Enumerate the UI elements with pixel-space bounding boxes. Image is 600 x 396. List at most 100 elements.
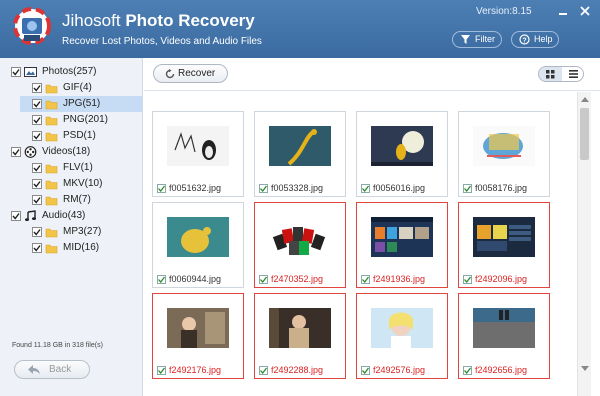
tree-checkbox[interactable] <box>32 195 42 205</box>
tree-item-label: Videos(18) <box>42 146 91 157</box>
file-checkbox[interactable] <box>259 366 268 375</box>
tree-checkbox[interactable] <box>32 243 42 253</box>
thumbnail-image <box>269 217 331 257</box>
file-checkbox[interactable] <box>361 275 370 284</box>
file-thumbnail[interactable]: f2492096.jpg <box>458 202 550 288</box>
file-name: f2492576.jpg <box>373 365 426 375</box>
tree-item[interactable]: Photos(257) <box>0 64 143 80</box>
file-thumbnail[interactable]: f2492576.jpg <box>356 293 448 379</box>
app-subtitle: Recover Lost Photos, Videos and Audio Fi… <box>62 36 262 47</box>
filter-button[interactable]: Filter <box>452 31 502 48</box>
file-name: f0056016.jpg <box>373 183 426 193</box>
tree-checkbox[interactable] <box>32 163 42 173</box>
file-thumbnail[interactable]: f0058176.jpg <box>458 111 550 197</box>
list-view-button[interactable] <box>562 67 583 81</box>
file-thumbnail[interactable]: f2492656.jpg <box>458 293 550 379</box>
tree-item-label: PSD(1) <box>63 130 96 141</box>
tree-checkbox[interactable] <box>32 83 42 93</box>
file-checkbox[interactable] <box>361 184 370 193</box>
file-checkbox[interactable] <box>361 366 370 375</box>
grid-view-icon <box>546 70 555 79</box>
tree-item-label: JPG(51) <box>63 98 101 109</box>
folder-icon <box>45 132 58 142</box>
file-thumbnail[interactable]: f2492288.jpg <box>254 293 346 379</box>
checkmark-icon <box>33 181 41 188</box>
tree-item[interactable]: PSD(1) <box>20 128 142 144</box>
thumbnail-image <box>167 308 229 348</box>
file-name: f0051632.jpg <box>169 183 222 193</box>
scroll-up-icon[interactable] <box>581 97 589 102</box>
tree-checkbox[interactable] <box>32 179 42 189</box>
file-checkbox[interactable] <box>157 275 166 284</box>
tree-checkbox[interactable] <box>11 147 21 157</box>
file-checkbox[interactable] <box>259 275 268 284</box>
tree-item[interactable]: Audio(43) <box>0 208 143 224</box>
tree-checkbox[interactable] <box>11 67 21 77</box>
file-thumbnail[interactable]: f0053328.jpg <box>254 111 346 197</box>
tree-checkbox[interactable] <box>11 211 21 221</box>
grid-view-button[interactable] <box>539 67 562 81</box>
file-checkbox[interactable] <box>463 275 472 284</box>
tree-item[interactable]: MKV(10) <box>20 176 142 192</box>
vertical-scrollbar[interactable] <box>577 92 591 396</box>
tree-checkbox[interactable] <box>32 115 42 125</box>
tree-item[interactable]: MP3(27) <box>20 224 142 240</box>
file-name: f0058176.jpg <box>475 183 528 193</box>
file-thumbnail[interactable]: f0051632.jpg <box>152 111 244 197</box>
tree-item[interactable]: JPG(51) <box>20 96 142 112</box>
file-checkbox[interactable] <box>157 184 166 193</box>
file-checkbox[interactable] <box>259 184 268 193</box>
thumbnail-image <box>269 126 331 166</box>
recover-button[interactable]: Recover <box>153 64 228 83</box>
tree-checkbox[interactable] <box>32 227 42 237</box>
file-checkbox[interactable] <box>463 366 472 375</box>
help-button[interactable]: ? Help <box>511 31 559 48</box>
checkmark-icon <box>260 185 268 193</box>
back-arrow-icon <box>28 365 40 374</box>
file-thumbnail[interactable]: f2491936.jpg <box>356 202 448 288</box>
file-checkbox[interactable] <box>157 366 166 375</box>
folder-icon <box>45 84 58 94</box>
category-sidebar: Photos(257) GIF(4) JPG(51) PNG(201) PSD(1) Vi… <box>0 58 143 396</box>
checkmark-icon <box>12 213 20 220</box>
checkmark-icon <box>158 367 166 375</box>
file-name: f2492656.jpg <box>475 365 528 375</box>
music-note-icon <box>25 210 36 221</box>
tree-item[interactable]: MID(16) <box>20 240 142 256</box>
tree-item[interactable]: RM(7) <box>20 192 142 208</box>
file-thumbnail[interactable]: f2492176.jpg <box>152 293 244 379</box>
list-view-icon <box>569 70 578 78</box>
folder-icon <box>45 100 58 110</box>
product-name: Photo Recovery <box>125 11 255 30</box>
tree-item-label: RM(7) <box>63 194 91 205</box>
file-checkbox[interactable] <box>463 184 472 193</box>
file-thumbnail[interactable]: f0060944.jpg <box>152 202 244 288</box>
back-button-label: Back <box>49 364 72 375</box>
tree-item[interactable]: GIF(4) <box>20 80 142 96</box>
file-thumbnail[interactable]: f2470352.jpg <box>254 202 346 288</box>
app-logo-icon <box>13 7 51 45</box>
file-thumbnail[interactable]: f0056016.jpg <box>356 111 448 197</box>
found-summary: Found 11.18 GB in 318 file(s) <box>12 342 103 349</box>
tree-item[interactable]: PNG(201) <box>20 112 142 128</box>
tree-item[interactable]: FLV(1) <box>20 160 142 176</box>
close-button[interactable] <box>578 4 592 18</box>
results-panel: Recover f0051632.jpg f0053328.jpg f0056016… <box>144 58 600 396</box>
back-button[interactable]: Back <box>14 360 90 379</box>
results-toolbar: Recover <box>144 58 600 91</box>
file-name: f2491936.jpg <box>373 274 426 284</box>
tree-item-label: Photos(257) <box>42 66 97 77</box>
checkmark-icon <box>464 367 472 375</box>
checkmark-icon <box>362 367 370 375</box>
tree-checkbox[interactable] <box>32 131 42 141</box>
scroll-thumb[interactable] <box>580 108 589 160</box>
tree-item[interactable]: Videos(18) <box>0 144 143 160</box>
tree-checkbox[interactable] <box>32 99 42 109</box>
thumbnail-image <box>473 217 535 257</box>
folder-icon <box>45 180 58 190</box>
minimize-button[interactable] <box>556 4 570 18</box>
checkmark-icon <box>158 276 166 284</box>
thumbnail-image <box>371 126 433 166</box>
scroll-down-icon[interactable] <box>581 366 589 371</box>
brand-name: Jihosoft <box>62 11 121 30</box>
